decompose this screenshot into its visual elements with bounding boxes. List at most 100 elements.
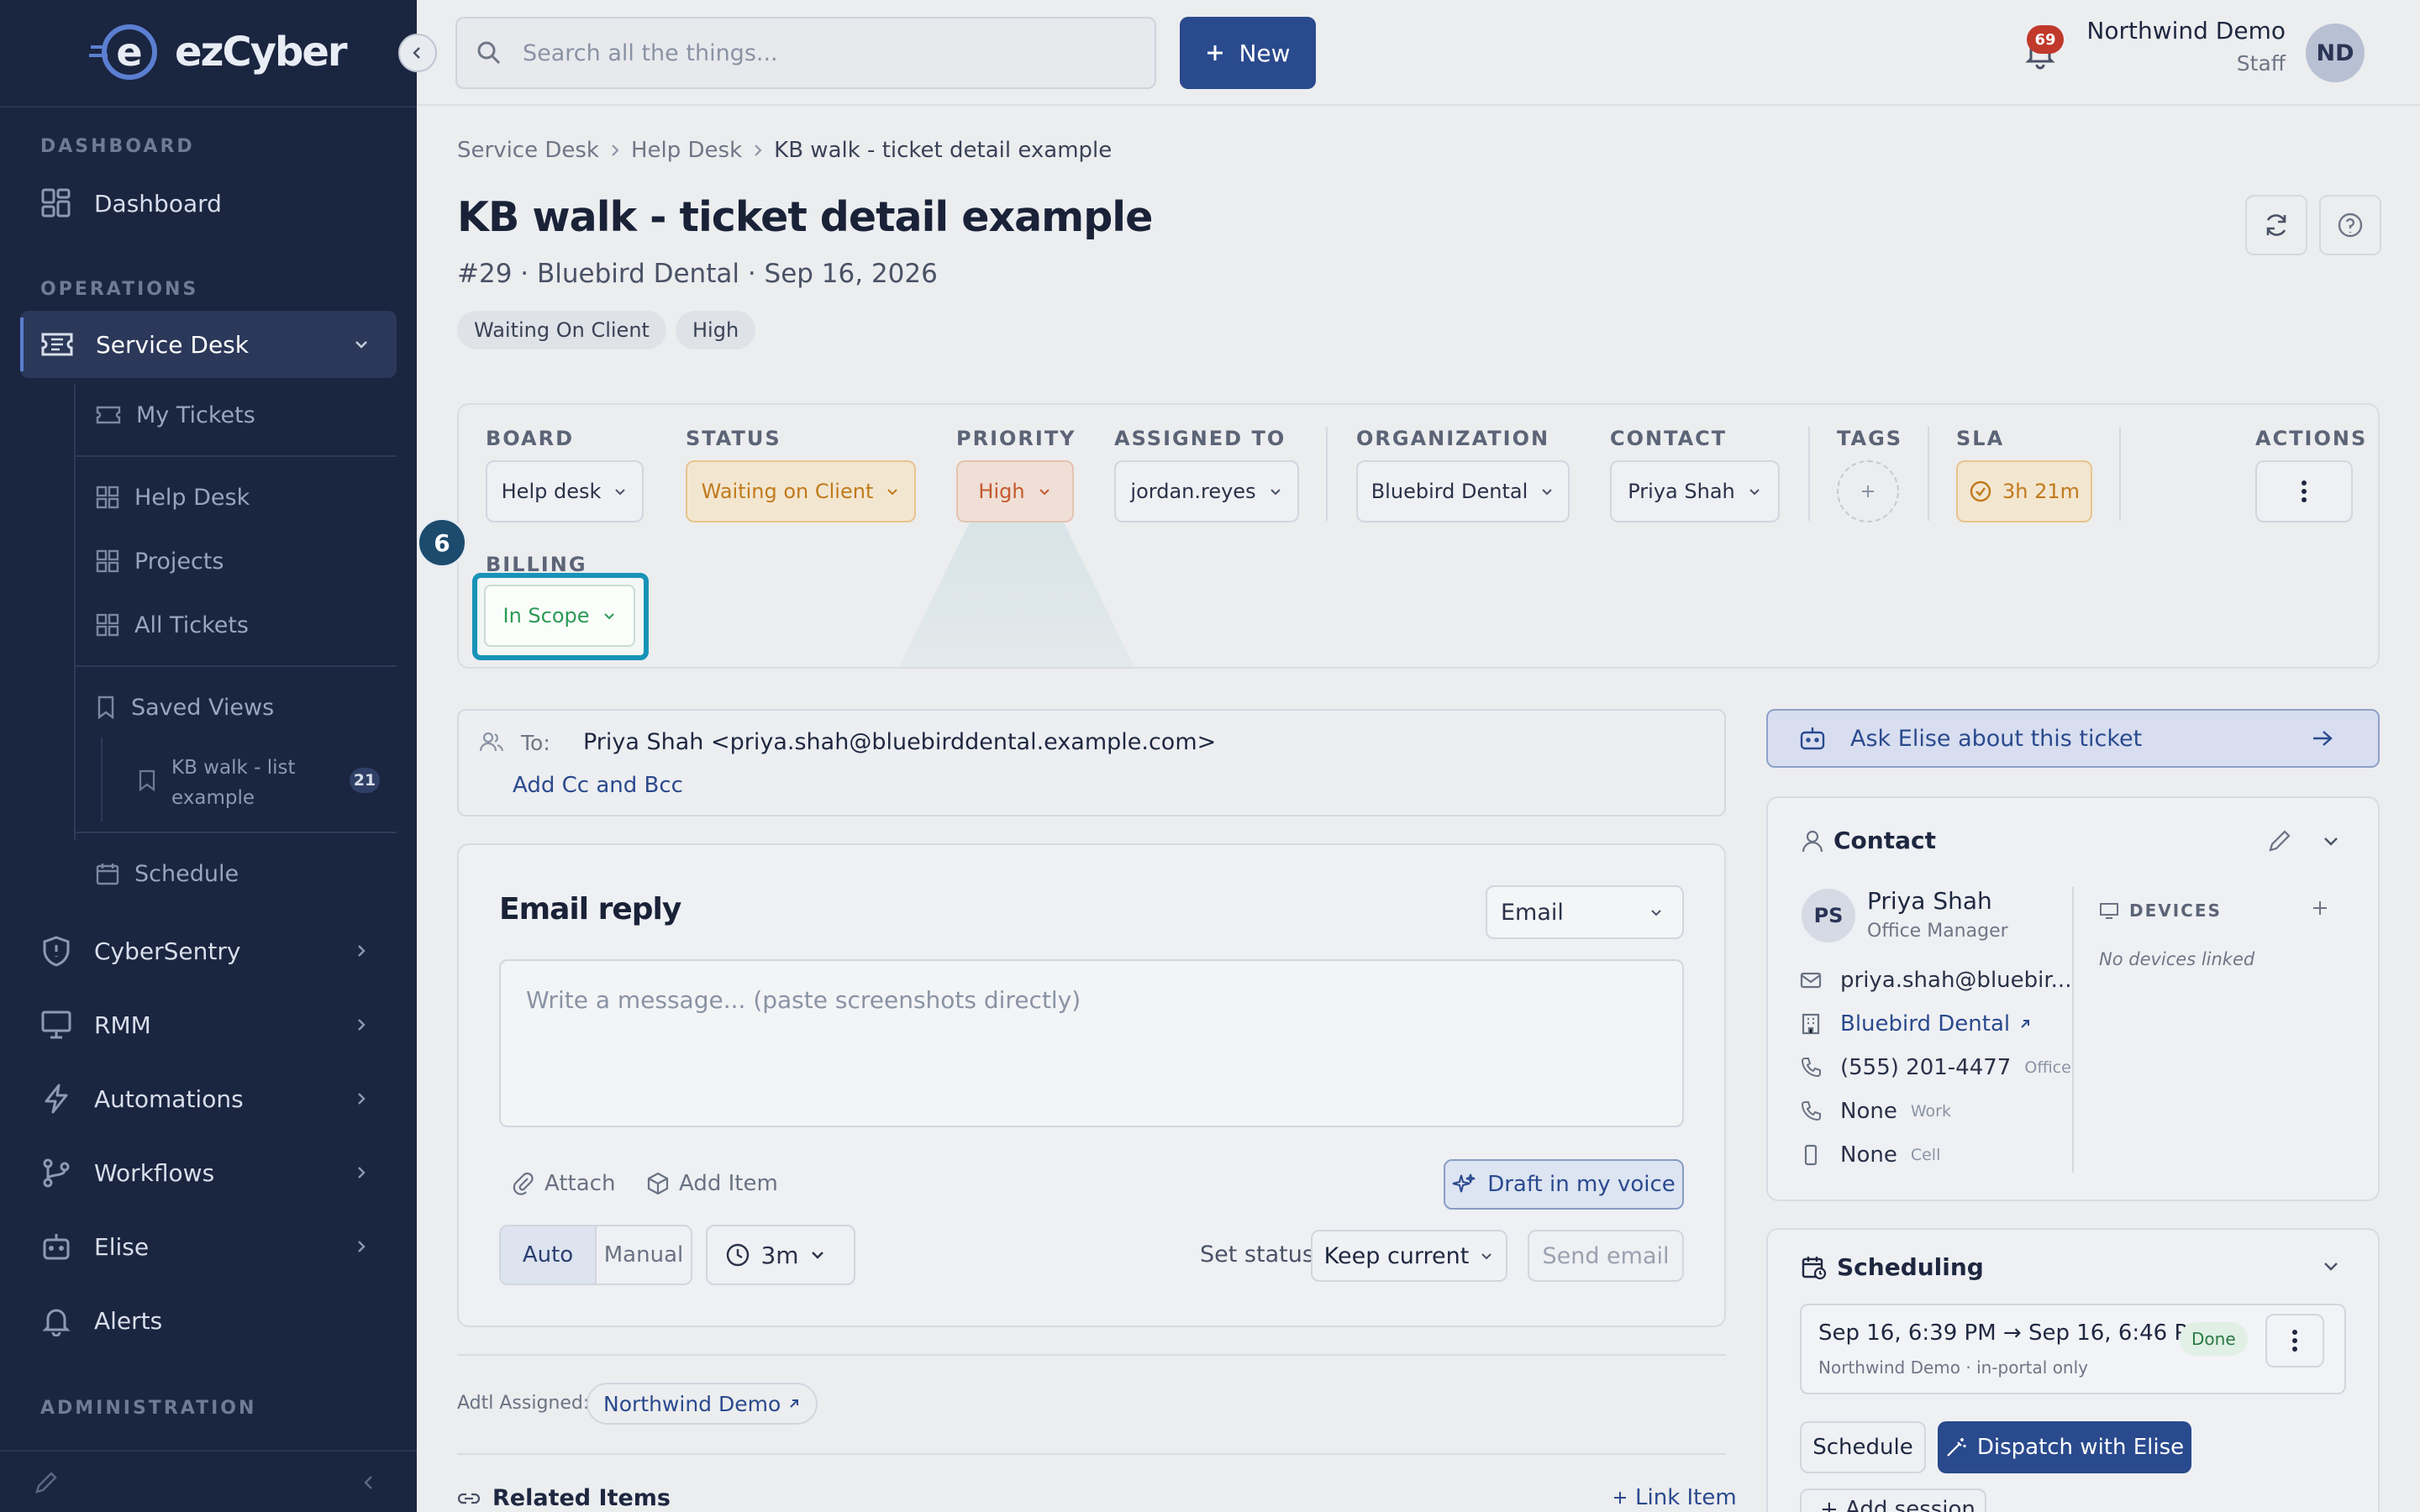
saved-view-kb-walk[interactable]: KB walk - list example 21 <box>138 753 390 816</box>
branch-icon <box>43 1158 70 1188</box>
sidebar-item-service-desk[interactable]: Service Desk <box>40 319 393 370</box>
field-separator <box>1808 427 1810 521</box>
billing-select[interactable]: In Scope <box>484 585 635 647</box>
chevron-down-icon <box>1749 489 1760 496</box>
pencil-icon[interactable] <box>2267 828 2292 853</box>
dispatch-with-elise-button[interactable]: Dispatch with Elise <box>1938 1421 2191 1473</box>
priority-label: PRIORITY <box>956 427 1076 450</box>
new-button[interactable]: New <box>1180 17 1316 89</box>
more-vertical-icon <box>2292 1330 2297 1352</box>
more-vertical-icon <box>2302 480 2307 502</box>
add-item-button[interactable]: Add Item <box>647 1171 778 1196</box>
active-indicator <box>20 318 24 371</box>
chevron-down-icon <box>603 613 614 620</box>
send-mode-toggle[interactable]: Auto Manual <box>499 1225 692 1285</box>
section-operations: OPERATIONS <box>40 279 199 300</box>
send-email-button[interactable]: Send email <box>1528 1230 1684 1282</box>
sidebar-label: Dashboard <box>94 189 222 218</box>
chevron-down-icon <box>355 341 367 349</box>
sidebar-item-workflows[interactable]: Workflows <box>40 1147 376 1198</box>
user-info[interactable]: Northwind Demo Staff <box>2047 17 2286 76</box>
brand-logo[interactable]: e ezCyber <box>89 20 348 84</box>
delay-select[interactable]: 3m <box>706 1225 855 1285</box>
contact-avatar: PS <box>1802 889 1855 942</box>
adtl-assigned-chip[interactable]: Northwind Demo <box>587 1383 818 1425</box>
actions-menu-button[interactable] <box>2255 460 2353 522</box>
ask-elise-button[interactable]: Ask Elise about this ticket <box>1766 709 2380 768</box>
draft-in-my-voice-button[interactable]: Draft in my voice <box>1444 1159 1684 1210</box>
sidebar-label: Elise <box>94 1232 150 1261</box>
bot-icon <box>1800 727 1825 750</box>
pencil-icon[interactable] <box>34 1470 59 1495</box>
chevron-down-icon <box>811 1252 823 1259</box>
calendar-icon <box>96 864 119 885</box>
breadcrumb-help-desk[interactable]: Help Desk <box>631 138 742 163</box>
sidebar-item-dashboard[interactable]: Dashboard <box>40 178 222 228</box>
sidebar: e ezCyber DASHBOARD Dashboard OPERATIONS… <box>0 0 437 1512</box>
mode-auto[interactable]: Auto <box>501 1226 595 1284</box>
contact-phone-office[interactable]: (555) 201-4477 Office <box>1800 1055 2071 1080</box>
sidebar-item-schedule[interactable]: Schedule <box>96 850 239 897</box>
chevron-left-icon[interactable] <box>360 1473 378 1492</box>
channel-select[interactable]: Email <box>1486 885 1684 939</box>
breadcrumb-current: KB walk - ticket detail example <box>774 138 1113 163</box>
users-icon <box>479 732 504 752</box>
chevron-down-icon[interactable] <box>2321 1257 2341 1277</box>
session-menu-button[interactable] <box>2265 1314 2324 1368</box>
priority-select[interactable]: High <box>956 460 1074 522</box>
organization-select[interactable]: Bluebird Dental <box>1356 460 1570 522</box>
field-separator <box>1928 427 1929 521</box>
sidebar-item-help-desk[interactable]: Help Desk <box>96 474 250 521</box>
contact-name: Priya Shah <box>1867 887 1992 915</box>
link-icon <box>457 1493 481 1504</box>
sla-label: SLA <box>1956 427 2005 450</box>
magic-wand-icon <box>1947 1438 1966 1457</box>
contact-select[interactable]: Priya Shah <box>1610 460 1780 522</box>
assigned-select[interactable]: jordan.reyes <box>1114 460 1299 522</box>
refresh-icon <box>2266 214 2286 236</box>
sidebar-label: Help Desk <box>134 484 250 511</box>
add-device-icon[interactable] <box>2311 899 2329 917</box>
mode-manual[interactable]: Manual <box>595 1226 691 1284</box>
sidebar-item-rmm[interactable]: RMM <box>40 1000 376 1050</box>
sidebar-item-elise[interactable]: Elise <box>40 1221 376 1272</box>
chevron-right-icon <box>755 144 762 156</box>
bell-icon <box>42 1309 71 1336</box>
schedule-button[interactable]: Schedule <box>1800 1421 1926 1473</box>
breadcrumb-service-desk[interactable]: Service Desk <box>457 138 599 163</box>
sidebar-item-automations[interactable]: Automations <box>40 1074 376 1124</box>
message-textarea[interactable]: Write a message... (paste screenshots di… <box>499 959 1684 1127</box>
sidebar-item-alerts[interactable]: Alerts <box>40 1295 162 1346</box>
no-devices-text: No devices linked <box>2099 949 2255 969</box>
add-cc-bcc-link[interactable]: Add Cc and Bcc <box>513 773 683 798</box>
contact-organization-link[interactable]: Bluebird Dental <box>1800 1011 2050 1037</box>
chevron-down-icon[interactable] <box>2321 832 2341 852</box>
add-session-button[interactable]: + Add session <box>1800 1488 1986 1512</box>
chevron-right-icon <box>358 1019 366 1031</box>
add-tag-button[interactable] <box>1837 460 1899 522</box>
sidebar-item-projects[interactable]: Projects <box>96 538 224 585</box>
scheduling-card-title: Scheduling <box>1802 1253 1984 1281</box>
board-select[interactable]: Help desk <box>486 460 644 522</box>
sidebar-item-saved-views[interactable]: Saved Views <box>96 684 274 731</box>
bookmark-icon <box>97 696 114 719</box>
sidebar-item-cybersentry[interactable]: CyberSentry <box>40 926 376 976</box>
collapse-sidebar-button[interactable] <box>398 34 437 72</box>
priority-badge: High <box>676 311 756 349</box>
sidebar-divider <box>74 832 397 833</box>
to-value[interactable]: Priya Shah <priya.shah@bluebirddental.ex… <box>583 729 1216 755</box>
paperclip-icon <box>513 1172 534 1195</box>
link-item-button[interactable]: Link Item <box>1612 1485 1737 1510</box>
sla-indicator[interactable]: 3h 21m <box>1956 460 2092 522</box>
set-status-select[interactable]: Keep current <box>1311 1230 1507 1282</box>
contact-email[interactable]: priya.shah@bluebir... <box>1800 968 2071 993</box>
avatar[interactable]: ND <box>2306 24 2365 82</box>
help-button[interactable] <box>2319 195 2381 255</box>
refresh-button[interactable] <box>2245 195 2307 255</box>
status-select[interactable]: Waiting on Client <box>686 460 916 522</box>
sidebar-item-my-tickets[interactable]: My Tickets <box>96 391 255 438</box>
sidebar-item-all-tickets[interactable]: All Tickets <box>96 601 249 648</box>
schedule-session-row[interactable]: Sep 16, 6:39 PM → Sep 16, 6:46 PM Northw… <box>1800 1304 2346 1394</box>
attach-button[interactable]: Attach <box>513 1171 615 1196</box>
search-input[interactable]: Search all the things... <box>455 17 1156 89</box>
